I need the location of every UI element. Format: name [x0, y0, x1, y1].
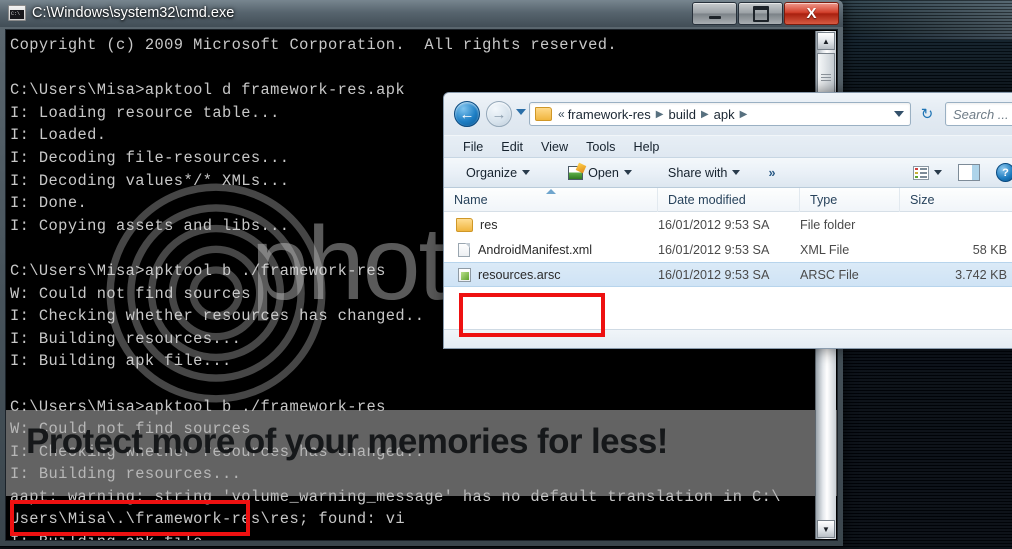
file-list[interactable]: res 16/01/2012 9:53 SA File folder Andro…	[444, 212, 1012, 331]
help-icon: ?	[996, 163, 1012, 182]
cmd-line: Users\Misa\.\framework-res\res; found: v…	[10, 510, 406, 529]
table-row[interactable]: AndroidManifest.xml 16/01/2012 9:53 SA X…	[444, 237, 1012, 262]
cmd-line: aapt: warning: string 'volume_warning_me…	[10, 487, 781, 506]
back-arrow-icon[interactable]: ←	[454, 101, 480, 127]
file-date-modified: 16/01/2012 9:53 SA	[658, 242, 770, 257]
explorer-toolbar[interactable]: Organize Open Share with » ?	[444, 157, 1012, 188]
menu-item-tools[interactable]: Tools	[577, 140, 624, 154]
organize-label: Organize	[466, 165, 518, 180]
breadcrumb-separator-icon[interactable]: ▶	[738, 109, 750, 120]
breadcrumb-separator-icon[interactable]: ▶	[699, 109, 711, 120]
open-label: Open	[588, 165, 619, 180]
cmd-line: I: Building apk file...	[10, 531, 816, 540]
chevron-down-icon[interactable]	[894, 111, 904, 117]
file-name: res	[480, 217, 498, 232]
column-header-name[interactable]: Name	[444, 187, 658, 212]
cmd-icon: C:\	[8, 5, 26, 21]
cmd-line	[10, 373, 816, 396]
view-mode-button[interactable]	[905, 165, 950, 180]
breadcrumb-apk[interactable]: apk	[711, 107, 738, 122]
chevron-down-icon	[934, 170, 942, 175]
toolbar-overflow-button[interactable]: »	[760, 166, 783, 180]
menu-item-help[interactable]: Help	[624, 140, 668, 154]
arsc-file-icon	[458, 267, 471, 282]
preview-pane-icon	[958, 164, 980, 181]
explorer-menu-bar[interactable]: File Edit View Tools Help	[444, 135, 1012, 157]
minimize-button[interactable]	[692, 2, 737, 25]
refresh-icon[interactable]: ↻	[914, 102, 940, 126]
cmd-line: I: Building apk file...	[10, 352, 232, 371]
organize-button[interactable]: Organize	[458, 166, 538, 180]
file-date-modified: 16/01/2012 9:53 SA	[658, 217, 770, 232]
explorer-status-bar	[444, 329, 1012, 348]
cmd-line: C:\Users\Misa>apktool b ./framework-res	[10, 397, 386, 416]
breadcrumb-separator-icon[interactable]: ▶	[654, 109, 666, 120]
cmd-line: W: Could not find sources	[10, 420, 251, 439]
cmd-line: I: Checking whether resources has change…	[10, 442, 425, 461]
folder-icon	[535, 107, 552, 121]
file-type: ARSC File	[800, 267, 859, 282]
cmd-window-title: C:\Windows\system32\cmd.exe	[32, 5, 235, 21]
file-name: resources.arsc	[478, 267, 561, 282]
cmd-title-bar[interactable]: C:\ C:\Windows\system32\cmd.exe X	[0, 0, 843, 27]
open-icon	[568, 165, 584, 180]
table-row[interactable]: resources.arsc 16/01/2012 9:53 SA ARSC F…	[444, 262, 1012, 287]
open-button[interactable]: Open	[560, 165, 640, 180]
menu-item-edit[interactable]: Edit	[492, 140, 532, 154]
folder-icon	[456, 217, 473, 232]
column-header-type[interactable]: Type	[800, 187, 900, 212]
scroll-down-icon[interactable]: ▼	[817, 520, 835, 538]
chevron-down-icon	[522, 170, 531, 175]
share-with-label: Share with	[667, 165, 728, 180]
close-button[interactable]: X	[784, 2, 839, 25]
preview-pane-button[interactable]	[950, 164, 988, 181]
chevron-down-icon	[732, 170, 741, 175]
column-header-date-modified[interactable]: Date modified	[658, 187, 800, 212]
cmd-window-controls[interactable]: X	[691, 2, 839, 25]
menu-item-view[interactable]: View	[532, 140, 577, 154]
forward-arrow-icon[interactable]: →	[486, 101, 512, 127]
list-view-icon	[913, 165, 929, 180]
chevron-down-icon	[623, 170, 632, 175]
search-input[interactable]: Search ...	[945, 102, 1012, 126]
file-type: File folder	[800, 217, 856, 232]
cmd-line: Copyright (c) 2009 Microsoft Corporation…	[10, 36, 618, 54]
cmd-scrollbar-thumb[interactable]	[817, 53, 835, 95]
explorer-window-frame: ← → « framework-res ▶ build ▶ apk ▶ ↻ Se…	[443, 92, 1012, 349]
scroll-up-icon[interactable]: ▲	[817, 32, 835, 50]
address-bar[interactable]: « framework-res ▶ build ▶ apk ▶	[529, 102, 911, 126]
breadcrumb-framework-res[interactable]: framework-res	[565, 107, 654, 122]
help-button[interactable]: ?	[988, 163, 1012, 182]
search-placeholder: Search ...	[953, 106, 1009, 122]
column-header-size[interactable]: Size	[900, 188, 1012, 212]
share-with-button[interactable]: Share with	[660, 166, 749, 180]
breadcrumb-build[interactable]: build	[665, 107, 698, 122]
file-list-column-headers[interactable]: Name Date modified Type Size	[444, 187, 1012, 212]
menu-item-file[interactable]: File	[454, 140, 492, 154]
table-row[interactable]: res 16/01/2012 9:53 SA File folder	[444, 212, 1012, 237]
xml-file-icon	[458, 242, 470, 257]
breadcrumb-overflow[interactable]: «	[558, 107, 565, 121]
cmd-line	[10, 57, 816, 80]
file-type: XML File	[800, 242, 850, 257]
file-date-modified: 16/01/2012 9:53 SA	[658, 267, 770, 282]
maximize-button[interactable]	[738, 2, 783, 25]
close-icon: X	[806, 5, 817, 22]
file-size: 3.742 KB	[955, 267, 1007, 282]
file-size: 58 KB	[972, 242, 1007, 257]
explorer-navigation-bar: ← → « framework-res ▶ build ▶ apk ▶ ↻ Se…	[444, 93, 1012, 135]
file-name: AndroidManifest.xml	[478, 242, 593, 257]
cmd-line: I: Building resources...	[10, 465, 242, 484]
chevron-down-icon[interactable]	[516, 109, 526, 115]
file-explorer-window[interactable]: ← → « framework-res ▶ build ▶ apk ▶ ↻ Se…	[443, 92, 1012, 349]
